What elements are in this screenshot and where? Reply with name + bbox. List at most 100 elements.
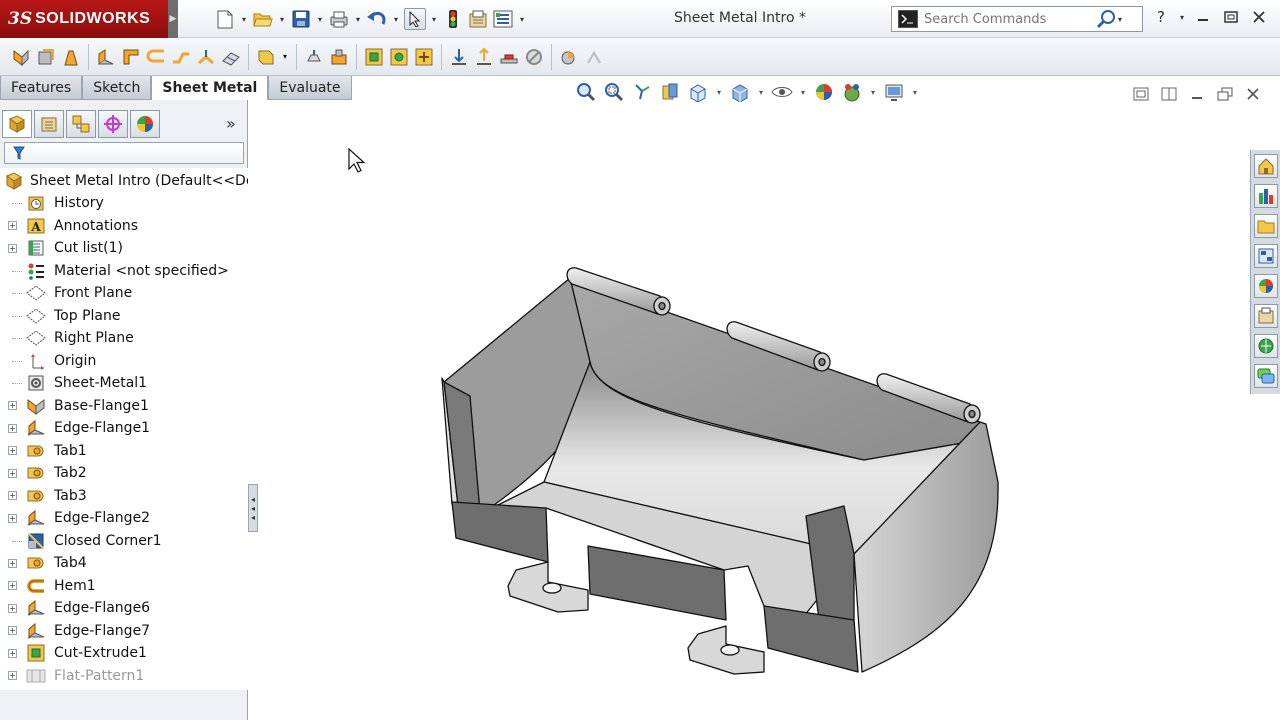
panel-collapse-handle[interactable]: ◂ ◂ ◂	[248, 484, 258, 532]
close-icon[interactable]	[1248, 6, 1270, 28]
miter-flange-icon[interactable]	[120, 45, 142, 69]
extruded-cut-icon[interactable]	[363, 45, 385, 69]
tree-item-origin[interactable]: Origin	[0, 350, 248, 372]
sketched-bend-icon[interactable]	[195, 45, 217, 69]
solidworks-logo[interactable]: 3S SOLIDWORKS	[0, 0, 168, 38]
graphics-area[interactable]	[258, 100, 1250, 720]
tree-item-history[interactable]: History	[0, 192, 248, 214]
expand-icon[interactable]: +	[8, 671, 17, 680]
options-icon[interactable]	[492, 8, 514, 30]
hem-tool-icon[interactable]	[145, 45, 167, 69]
help-dropdown-icon[interactable]: ▾	[1178, 6, 1186, 28]
tree-item-sheet-metal1[interactable]: Sheet-Metal1	[0, 372, 248, 394]
tree-item-tab3[interactable]: + Tab3	[0, 485, 248, 507]
tree-item-tab4[interactable]: + Tab4	[0, 552, 248, 574]
tree-item-hem1[interactable]: + Hem1	[0, 575, 248, 597]
apply-scene-dropdown-icon[interactable]: ▾	[869, 88, 877, 97]
restore-icon[interactable]	[1220, 6, 1242, 28]
tree-item-tab1[interactable]: + Tab1	[0, 440, 248, 462]
property-manager-tab-icon[interactable]	[34, 110, 64, 138]
expand-icon[interactable]: +	[8, 221, 17, 230]
tree-item-right-plane[interactable]: Right Plane	[0, 327, 248, 349]
new-document-icon[interactable]	[214, 8, 236, 30]
custom-properties-icon[interactable]	[1253, 304, 1278, 328]
fold-icon[interactable]	[473, 45, 495, 69]
help-icon[interactable]: ?	[1150, 6, 1172, 28]
base-flange-tool-icon[interactable]	[10, 45, 32, 69]
tree-item-cut-list-1[interactable]: + Cut list(1)	[0, 237, 248, 259]
corners-dropdown-icon[interactable]: ▾	[280, 45, 290, 69]
open-folder-icon[interactable]	[252, 8, 274, 30]
edge-flange-tool-icon[interactable]	[95, 45, 117, 69]
dimxpert-manager-tab-icon[interactable]	[98, 110, 128, 138]
rip-icon[interactable]	[583, 45, 605, 69]
expand-icon[interactable]: +	[8, 648, 17, 658]
communication-icon[interactable]	[1253, 364, 1278, 388]
insert-bends-icon[interactable]	[558, 45, 580, 69]
print-dropdown-icon[interactable]: ▾	[353, 15, 363, 24]
menu-expand-arrow-icon[interactable]: ▶	[168, 0, 178, 38]
tree-root-part[interactable]: Sheet Metal Intro (Default<<Def	[4, 170, 248, 192]
sheet-metal-model[interactable]	[258, 100, 1250, 720]
design-library-icon[interactable]	[1253, 184, 1278, 208]
expand-icon[interactable]: +	[8, 558, 17, 568]
new-dropdown-icon[interactable]: ▾	[239, 15, 249, 24]
tree-item-cut-extrude1[interactable]: + Cut-Extrude1	[0, 642, 248, 664]
search-input[interactable]	[924, 11, 1094, 27]
tree-item-tab2[interactable]: + Tab2	[0, 462, 248, 484]
simple-hole-icon[interactable]	[388, 45, 410, 69]
configuration-manager-tab-icon[interactable]	[66, 110, 96, 138]
hide-show-dropdown-icon[interactable]: ▾	[799, 88, 807, 97]
search-commands-box[interactable]: ▾	[891, 6, 1143, 32]
more-tabs-icon[interactable]: »	[226, 114, 236, 133]
tree-item-flat-pattern1[interactable]: + Flat-Pattern1	[0, 665, 248, 687]
solidworks-forum-icon[interactable]	[1253, 334, 1278, 358]
lofted-bend-icon[interactable]	[60, 45, 82, 69]
tab-sheet-metal[interactable]: Sheet Metal	[151, 76, 269, 100]
minimize-icon[interactable]	[1192, 6, 1214, 28]
expand-icon[interactable]: +	[8, 243, 17, 253]
undo-icon[interactable]	[366, 8, 388, 30]
undo-dropdown-icon[interactable]: ▾	[391, 15, 401, 24]
display-style-dropdown-icon[interactable]: ▾	[757, 88, 765, 97]
open-dropdown-icon[interactable]: ▾	[277, 15, 287, 24]
solidworks-resources-icon[interactable]	[1253, 154, 1278, 178]
tree-item-closed-corner1[interactable]: Closed Corner1	[0, 530, 248, 552]
expand-icon[interactable]: +	[8, 491, 17, 500]
tree-item-edge-flange2[interactable]: + Edge-Flange2	[0, 507, 248, 529]
tab-evaluate[interactable]: Evaluate	[268, 76, 352, 100]
save-icon[interactable]	[290, 8, 312, 30]
feature-tree-filter[interactable]	[4, 142, 244, 164]
flatten-icon[interactable]	[498, 45, 520, 69]
tree-item-edge-flange7[interactable]: + Edge-Flange7	[0, 620, 248, 642]
corners-icon[interactable]	[255, 45, 277, 69]
feature-manager-tab-icon[interactable]	[2, 110, 32, 138]
select-dropdown-icon[interactable]: ▾	[429, 15, 439, 24]
search-icon[interactable]	[1094, 8, 1118, 30]
no-bends-icon[interactable]	[523, 45, 545, 69]
tree-item-edge-flange1[interactable]: + Edge-Flange1	[0, 417, 248, 439]
expand-icon[interactable]: +	[8, 446, 17, 455]
view-orientation-dropdown-icon[interactable]: ▾	[715, 88, 723, 97]
search-dropdown-icon[interactable]: ▾	[1118, 15, 1128, 24]
view-palette-icon[interactable]	[1253, 244, 1278, 268]
select-arrow-icon[interactable]	[404, 8, 426, 30]
expand-icon[interactable]: +	[8, 423, 17, 433]
vent-icon[interactable]	[413, 45, 435, 69]
file-explorer-icon[interactable]	[1253, 214, 1278, 238]
tree-item-edge-flange6[interactable]: + Edge-Flange6	[0, 597, 248, 619]
display-manager-tab-icon[interactable]	[130, 110, 160, 138]
expand-icon[interactable]: +	[8, 603, 17, 613]
tree-item-base-flange1[interactable]: + Base-Flange1	[0, 395, 248, 417]
appearances-scenes-icon[interactable]	[1253, 274, 1278, 298]
options-dropdown-icon[interactable]: ▾	[517, 15, 527, 24]
view-settings-dropdown-icon[interactable]: ▾	[911, 88, 919, 97]
tab-features[interactable]: Features	[0, 76, 83, 100]
unfold-icon[interactable]	[448, 45, 470, 69]
tree-item-annotations[interactable]: + A Annotations	[0, 215, 248, 237]
rebuild-traffic-light-icon[interactable]	[442, 8, 464, 30]
print-icon[interactable]	[328, 8, 350, 30]
tab-sketch[interactable]: Sketch	[82, 76, 152, 100]
save-dropdown-icon[interactable]: ▾	[315, 15, 325, 24]
cross-break-icon[interactable]	[220, 45, 242, 69]
